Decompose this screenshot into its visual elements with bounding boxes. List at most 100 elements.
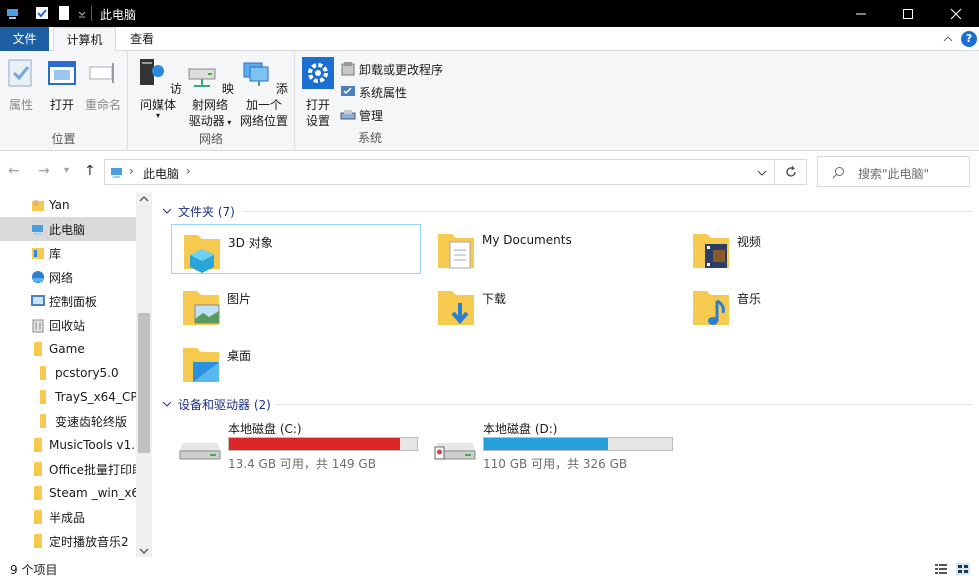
dropdown-arrow-icon: ▾ — [155, 111, 160, 120]
nav-item-label: 控制面板 — [49, 294, 98, 309]
drive-space-text: 110 GB 可用，共 326 GB — [483, 457, 628, 471]
nav-item-folder[interactable]: Steam _win_x6 — [0, 481, 136, 505]
nav-item-folder[interactable]: 变速齿轮终版 — [0, 409, 136, 433]
details-view-icon[interactable] — [934, 563, 948, 575]
rename-button[interactable]: 重命名 — [82, 57, 124, 113]
settings-gear-icon — [302, 57, 334, 89]
drive-c[interactable]: 本地磁盘 (C:) 13.4 GB 可用，共 149 GB — [172, 417, 422, 471]
status-bar: 9 个项目 — [0, 557, 979, 579]
collapse-chevron-icon — [162, 208, 172, 214]
properties-icon — [8, 59, 32, 87]
folder-label: My Documents — [482, 233, 572, 247]
open-button[interactable]: 打开 — [44, 57, 80, 113]
folder-downloads[interactable]: 下载 — [426, 281, 676, 331]
scroll-down-icon[interactable] — [139, 547, 149, 555]
nav-item-control-panel[interactable]: 控制面板 — [0, 289, 136, 313]
refresh-button[interactable] — [775, 159, 807, 185]
open-label: 打开 — [49, 98, 74, 112]
minimize-icon — [856, 13, 866, 14]
refresh-icon — [785, 165, 796, 177]
folder-icon — [40, 390, 46, 404]
manage-button[interactable]: 管理 — [340, 105, 383, 125]
title-bar: 此电脑 — [0, 0, 979, 27]
access-media-button[interactable]: 访问媒体 ▾ — [134, 57, 182, 120]
open-settings-button[interactable]: 打开 设置 — [300, 57, 336, 129]
pictures-folder-icon — [183, 291, 220, 325]
media-server-icon — [140, 59, 165, 85]
folder-icon — [34, 462, 42, 476]
nav-item-folder[interactable]: 定时播放音乐2 — [0, 529, 136, 553]
nav-item-network[interactable]: 网络 — [0, 265, 136, 289]
add-location-label-2: 网络位置 — [239, 114, 288, 128]
new-folder-quick-icon[interactable] — [56, 5, 72, 21]
nav-item-folder[interactable]: TrayS_x64_CP — [0, 385, 136, 409]
breadcrumb-chevron-icon[interactable]: › — [186, 164, 191, 178]
tab-file[interactable]: 文件 — [0, 27, 49, 51]
nav-item-label: 变速齿轮终版 — [55, 414, 128, 429]
navigation-pane: Yan 此电脑 库 网络 控制面板 回收站 Game pcstory5.0 Tr… — [0, 193, 152, 557]
close-button[interactable] — [933, 0, 979, 27]
nav-item-folder[interactable]: pcstory5.0 — [0, 361, 136, 385]
folder-my-documents[interactable]: My Documents — [426, 224, 676, 274]
up-arrow-icon[interactable]: ↑ — [84, 163, 96, 179]
nav-item-label: pcstory5.0 — [55, 366, 119, 380]
nav-item-folder[interactable]: Office批量打印助 — [0, 457, 136, 481]
drive-d[interactable]: 本地磁盘 (D:) 110 GB 可用，共 326 GB — [427, 417, 677, 471]
uninstall-button[interactable]: 卸载或更改程序 — [340, 59, 443, 79]
address-dropdown-icon[interactable] — [756, 168, 768, 178]
help-icon[interactable]: ? — [961, 31, 977, 47]
nav-item-libraries[interactable]: 库 — [0, 241, 136, 265]
nav-item-label: Game — [49, 342, 85, 356]
maximize-button[interactable] — [885, 0, 931, 27]
folder-music[interactable]: 音乐 — [681, 281, 931, 331]
3d-objects-folder-icon — [184, 235, 220, 273]
folder-3d-objects[interactable]: 3D 对象 — [171, 224, 421, 274]
folder-videos[interactable]: 视频 — [681, 224, 931, 274]
breadcrumb-this-pc[interactable]: 此电脑 — [143, 165, 179, 182]
devices-section-header[interactable]: 设备和驱动器 (2) — [162, 394, 271, 414]
properties-quick-icon[interactable] — [34, 5, 50, 21]
system-properties-button[interactable]: 系统属性 — [340, 82, 407, 102]
folder-icon — [34, 534, 42, 548]
folder-pictures[interactable]: 图片 — [171, 281, 421, 331]
folder-desktop[interactable]: 桌面 — [171, 338, 421, 388]
section-divider — [276, 404, 972, 405]
system-group-label: 系统 — [357, 131, 382, 145]
drive-usage-bar — [483, 437, 673, 451]
large-icons-view-icon[interactable] — [956, 563, 970, 575]
forward-arrow-icon[interactable]: → — [38, 163, 50, 179]
nav-item-folder[interactable]: MusicTools v1. — [0, 433, 136, 457]
nav-item-user[interactable]: Yan — [0, 193, 136, 217]
properties-button[interactable]: 属性 — [4, 57, 38, 113]
customize-quick-access-icon[interactable] — [74, 5, 90, 21]
this-pc-icon[interactable] — [6, 5, 22, 21]
folder-icon — [40, 366, 46, 380]
scrollbar-thumb[interactable] — [138, 313, 150, 453]
folders-section-header[interactable]: 文件夹 (7) — [162, 201, 235, 221]
search-input[interactable]: 搜索"此电脑" — [817, 156, 970, 187]
breadcrumb-chevron-icon[interactable]: › — [129, 164, 134, 178]
drive-usage-fill — [229, 438, 401, 450]
recent-locations-icon[interactable]: ▾ — [64, 165, 69, 176]
scroll-up-icon[interactable] — [139, 195, 149, 203]
search-icon — [832, 167, 844, 179]
section-divider — [242, 211, 972, 212]
tab-view[interactable]: 查看 — [118, 27, 166, 51]
address-bar[interactable]: › 此电脑 › — [104, 159, 775, 185]
nav-item-recycle-bin[interactable]: 回收站 — [0, 313, 136, 337]
collapse-ribbon-icon[interactable] — [941, 32, 955, 46]
nav-item-folder[interactable]: 半成品 — [0, 505, 136, 529]
nav-item-folder[interactable]: Game — [0, 337, 136, 361]
tab-computer[interactable]: 计算机 — [53, 27, 116, 52]
folder-label: 桌面 — [227, 349, 252, 363]
add-network-location-button[interactable]: 添加一个 网络位置 — [236, 57, 292, 129]
back-arrow-icon[interactable]: ← — [8, 163, 20, 179]
nav-item-this-pc[interactable]: 此电脑 — [0, 217, 136, 241]
nav-scrollbar[interactable] — [136, 193, 152, 557]
network-drive-icon — [188, 68, 216, 87]
uninstall-icon — [341, 62, 355, 76]
map-drive-button[interactable]: 映射网络 驱动器 ▾ — [184, 57, 236, 131]
uninstall-label: 卸载或更改程序 — [359, 62, 444, 77]
minimize-button[interactable] — [838, 0, 884, 27]
this-pc-icon — [111, 168, 122, 178]
